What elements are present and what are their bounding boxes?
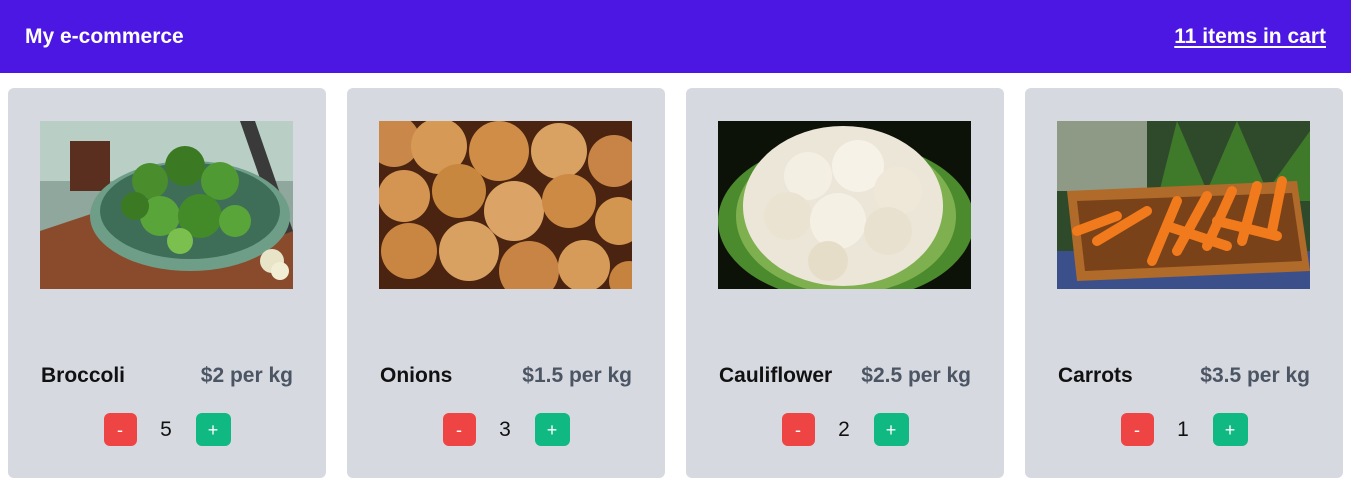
product-price: $1.5 per kg — [522, 364, 632, 387]
quantity-value: 3 — [499, 417, 511, 441]
quantity-value: 2 — [838, 417, 850, 441]
product-price: $2.5 per kg — [861, 364, 971, 387]
product-name: Onions — [380, 364, 453, 387]
top-nav-bar: My e-commerce 11 items in cart — [0, 0, 1351, 73]
product-card: Broccoli $2 per kg - 5 + — [8, 88, 326, 478]
product-price: $2 per kg — [200, 364, 293, 387]
quantity-stepper: - 3 + — [347, 413, 665, 446]
onions-photo — [379, 121, 632, 289]
product-card: Onions $1.5 per kg - 3 + — [347, 88, 665, 478]
increase-quantity-button[interactable]: + — [534, 413, 570, 446]
increase-quantity-button[interactable]: + — [195, 413, 231, 446]
decrease-quantity-button[interactable]: - — [781, 413, 815, 446]
decrease-quantity-button[interactable]: - — [442, 413, 476, 446]
product-card: Carrots $3.5 per kg - 1 + — [1025, 88, 1343, 478]
cart-link[interactable]: 11 items in cart — [1174, 25, 1326, 49]
product-card: Cauliflower $2.5 per kg - 2 + — [686, 88, 1004, 478]
quantity-value: 1 — [1177, 417, 1189, 441]
cauliflower-photo — [718, 121, 971, 289]
product-grid: Broccoli $2 per kg - 5 + Onions $1.5 per… — [8, 88, 1343, 478]
increase-quantity-button[interactable]: + — [1212, 413, 1248, 446]
product-name: Cauliflower — [719, 364, 833, 387]
quantity-value: 5 — [160, 417, 172, 441]
broccoli-photo — [40, 121, 293, 289]
decrease-quantity-button[interactable]: - — [1120, 413, 1154, 446]
product-name: Broccoli — [41, 364, 126, 387]
decrease-quantity-button[interactable]: - — [103, 413, 137, 446]
quantity-stepper: - 2 + — [686, 413, 1004, 446]
product-name: Carrots — [1058, 364, 1133, 387]
product-price: $3.5 per kg — [1200, 364, 1310, 387]
quantity-stepper: - 5 + — [8, 413, 326, 446]
site-brand[interactable]: My e-commerce — [25, 25, 184, 49]
quantity-stepper: - 1 + — [1025, 413, 1343, 446]
increase-quantity-button[interactable]: + — [873, 413, 909, 446]
carrots-photo — [1057, 121, 1310, 289]
